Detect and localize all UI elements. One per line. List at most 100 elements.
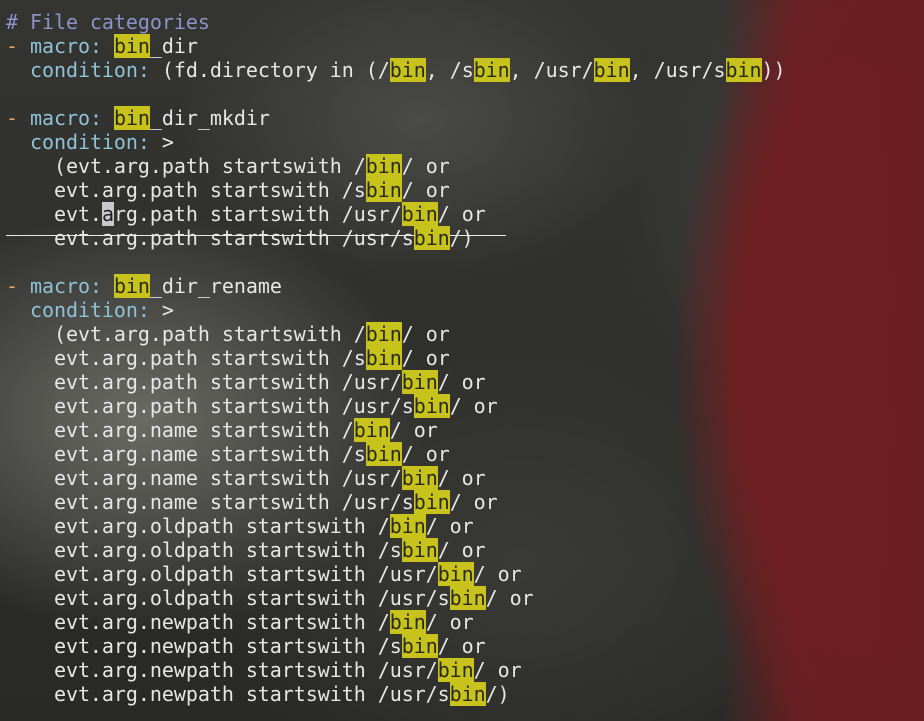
code-text: / or [485, 586, 534, 610]
code-line[interactable]: evt.arg.path startswith /usr/bin/ or [6, 370, 924, 394]
code-line[interactable]: - macro: bin_dir_rename [6, 274, 924, 298]
code-line[interactable] [6, 82, 924, 106]
search-match: bin [113, 106, 150, 130]
yaml-key: macro: [29, 274, 102, 298]
code-text: evt.arg.newpath startswith / [6, 610, 390, 634]
code-line[interactable]: evt.arg.path startswith /usr/sbin/) [6, 226, 924, 250]
code-line[interactable]: (evt.arg.path startswith /bin/ or [6, 154, 924, 178]
code-text: / or [449, 490, 498, 514]
list-dash: - [6, 106, 30, 130]
code-text: / or [437, 466, 486, 490]
text-editor[interactable]: # File categories - macro: bin_dir condit… [6, 10, 924, 721]
search-match: bin [113, 34, 150, 58]
code-line[interactable]: evt.arg.path startswith /sbin/ or [6, 346, 924, 370]
code-text: evt.arg.oldpath startswith / [6, 514, 390, 538]
text-cursor: a [101, 202, 114, 226]
code-text: _dir_rename [149, 274, 282, 298]
search-match: bin [413, 226, 450, 250]
code-text: > [149, 298, 174, 322]
code-text: /) [485, 682, 510, 706]
code-line[interactable]: evt.arg.oldpath startswith /usr/bin/ or [6, 562, 924, 586]
code-line[interactable]: (evt.arg.path startswith /bin/ or [6, 322, 924, 346]
code-text: evt.arg.path startswith /s [6, 346, 366, 370]
yaml-key: macro: [29, 34, 102, 58]
code-text: evt.arg.name startswith / [6, 418, 354, 442]
code-text: evt.arg.path startswith /usr/s [6, 394, 414, 418]
code-text: / or [473, 562, 522, 586]
search-match: bin [365, 154, 402, 178]
yaml-key: condition: [29, 298, 150, 322]
search-match: bin [437, 658, 474, 682]
search-match: bin [413, 394, 450, 418]
code-text: , /usr/s [629, 58, 726, 82]
search-match: bin [437, 562, 474, 586]
code-line[interactable]: evt.arg.path startswith /usr/sbin/ or [6, 394, 924, 418]
comment-text: # File categories [6, 10, 210, 34]
code-line[interactable]: evt.arg.name startswith /usr/bin/ or [6, 466, 924, 490]
code-line[interactable]: evt.arg.name startswith /sbin/ or [6, 442, 924, 466]
code-text: evt.arg.name startswith /usr/s [6, 490, 414, 514]
code-line[interactable]: evt.arg.newpath startswith /usr/sbin/) [6, 682, 924, 706]
search-match: bin [389, 514, 426, 538]
code-text: / or [437, 538, 486, 562]
code-text: (evt.arg.path startswith / [6, 322, 366, 346]
search-match: bin [365, 178, 402, 202]
code-text: )) [761, 58, 786, 82]
code-text: evt.arg.newpath startswith /usr/s [6, 682, 450, 706]
code-text: / or [401, 178, 450, 202]
code-line[interactable]: condition: > [6, 130, 924, 154]
code-text: /) [449, 226, 474, 250]
code-line[interactable]: evt.arg.newpath startswith /usr/bin/ or [6, 658, 924, 682]
code-line[interactable]: evt.arg.oldpath startswith /bin/ or [6, 514, 924, 538]
code-text: / or [437, 202, 486, 226]
code-text: / or [437, 370, 486, 394]
code-line[interactable]: evt.arg.newpath startswith /sbin/ or [6, 634, 924, 658]
search-match: bin [593, 58, 630, 82]
code-line[interactable]: evt.arg.oldpath startswith /sbin/ or [6, 538, 924, 562]
code-text: > [149, 130, 174, 154]
code-text: evt.arg.name startswith /usr/ [6, 466, 402, 490]
search-match: bin [449, 682, 486, 706]
code-text: / or [389, 418, 438, 442]
code-text: / or [401, 442, 450, 466]
code-line[interactable]: evt.arg.path startswith /sbin/ or [6, 178, 924, 202]
code-text: , /usr/ [509, 58, 594, 82]
code-text: / or [401, 154, 450, 178]
yaml-key: condition: [29, 130, 150, 154]
code-line[interactable]: evt.arg.newpath startswith /bin/ or [6, 610, 924, 634]
code-text: evt.arg.oldpath startswith /usr/ [6, 562, 438, 586]
search-match: bin [389, 58, 426, 82]
code-text: / or [401, 346, 450, 370]
code-text: / or [449, 394, 498, 418]
code-line[interactable]: evt.arg.name startswith /bin/ or [6, 418, 924, 442]
code-line[interactable]: condition: (fd.directory in (/bin, /sbin… [6, 58, 924, 82]
code-text: / or [401, 322, 450, 346]
code-line[interactable]: evt.arg.name startswith /usr/sbin/ or [6, 490, 924, 514]
code-line[interactable]: evt.arg.oldpath startswith /usr/sbin/ or [6, 586, 924, 610]
code-line[interactable]: - macro: bin_dir [6, 34, 924, 58]
code-text: , /s [425, 58, 474, 82]
code-text: evt.arg.path startswith /usr/ [6, 370, 402, 394]
search-match: bin [725, 58, 762, 82]
search-match: bin [401, 538, 438, 562]
search-match: bin [113, 274, 150, 298]
code-text: evt.arg.name startswith /s [6, 442, 366, 466]
code-line[interactable]: - macro: bin_dir_mkdir [6, 106, 924, 130]
code-text: / or [425, 514, 474, 538]
code-line[interactable]: evt.arg.path startswith /usr/bin/ or [6, 202, 924, 226]
code-line[interactable]: condition: > [6, 298, 924, 322]
search-match: bin [365, 442, 402, 466]
code-line[interactable] [6, 250, 924, 274]
search-match: bin [473, 58, 510, 82]
code-text: rg.path startswith /usr/ [113, 202, 402, 226]
code-line[interactable]: # File categories [6, 10, 924, 34]
code-text: evt.arg.newpath startswith /usr/ [6, 658, 438, 682]
search-match: bin [401, 634, 438, 658]
yaml-key: condition: [29, 58, 150, 82]
code-text: / or [437, 634, 486, 658]
code-text: evt.arg.path startswith /usr/s [6, 226, 414, 250]
code-text: _dir [149, 34, 198, 58]
